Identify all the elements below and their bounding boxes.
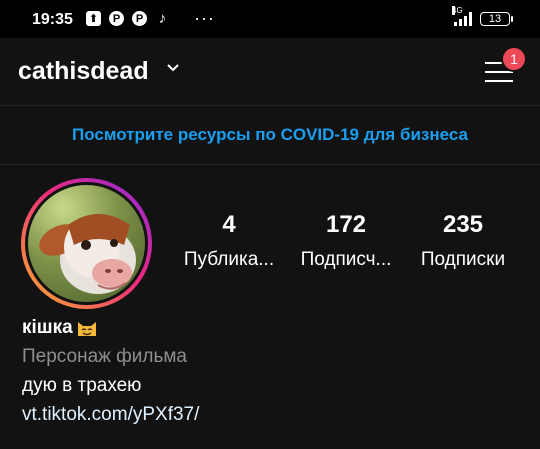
menu-button[interactable]: 1	[480, 46, 527, 92]
story-ring[interactable]	[21, 178, 152, 309]
cat-emoji-icon	[76, 318, 98, 338]
network-label: 4G	[452, 6, 463, 15]
bio-text: дую в трахею	[22, 375, 142, 396]
signal-icon: 4G	[452, 6, 472, 26]
posts-count: 4	[222, 211, 236, 238]
followers-stat[interactable]: 172 Подписч...	[291, 211, 401, 271]
chevron-down-icon[interactable]	[166, 60, 180, 78]
calf-photo	[39, 214, 136, 294]
status-time: 19:35	[32, 11, 73, 28]
posts-label: Публика...	[183, 249, 275, 270]
posts-stat[interactable]: 4 Публика...	[174, 211, 284, 271]
status-right: 4G 13	[452, 6, 513, 26]
followers-label: Подписч...	[300, 249, 392, 270]
bio: кішка Персонаж фильма дую в трахею vt.ti…	[22, 317, 199, 426]
more-notifications-icon: ···	[194, 8, 215, 28]
menu-line	[485, 80, 513, 82]
avatar[interactable]	[28, 185, 145, 302]
profile-section: 4 Публика... 172 Подписч... 235 Подписки…	[0, 165, 540, 449]
app-bar: cathisdead 1	[0, 38, 540, 106]
pinterest-icon: P	[109, 11, 124, 26]
status-bar: 19:35 ⬆ P P ♪ ··· 4G 13	[0, 0, 540, 38]
covid-resources-link[interactable]: Посмотрите ресурсы по COVID-19 для бизне…	[72, 125, 468, 145]
battery-icon: 13	[480, 12, 513, 26]
following-label: Подписки	[420, 249, 506, 270]
box-arrow-icon: ⬆	[86, 11, 101, 26]
username-title[interactable]: cathisdead	[18, 57, 149, 86]
covid-banner: Посмотрите ресурсы по COVID-19 для бизне…	[0, 106, 540, 165]
profile-name: кішка	[22, 317, 199, 339]
following-count: 235	[442, 211, 484, 238]
notification-badge: 1	[501, 46, 527, 72]
profile-category: Персонаж фильма	[22, 346, 187, 367]
followers-count: 172	[325, 211, 367, 238]
bio-link[interactable]: vt.tiktok.com/yPXf37/	[22, 404, 199, 426]
pinterest-icon: P	[132, 11, 147, 26]
notification-icons: ⬆ P P ♪	[86, 10, 170, 27]
following-stat[interactable]: 235 Подписки	[408, 211, 518, 271]
tiktok-icon: ♪	[158, 10, 167, 27]
profile-name-text: кішка	[22, 317, 73, 338]
